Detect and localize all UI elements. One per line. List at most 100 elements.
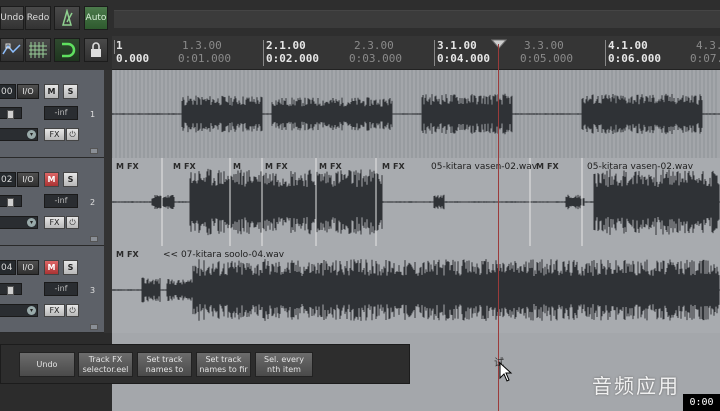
tcp-divider [104, 246, 112, 333]
item-mute-label[interactable]: M [265, 162, 273, 171]
volume-fader[interactable] [0, 107, 22, 119]
folder-icon[interactable] [90, 324, 98, 330]
item-mute-label[interactable]: M [536, 162, 544, 171]
mute-button[interactable]: M [44, 84, 59, 99]
track-volume-display: 04 [0, 260, 16, 275]
lock-button[interactable] [84, 38, 108, 62]
item-mute-label[interactable]: M [233, 162, 241, 171]
audio-item-waveform[interactable] [112, 70, 720, 158]
ruler-tick [434, 40, 435, 66]
envelope-button[interactable] [0, 38, 24, 62]
item-mute-label[interactable]: M [382, 162, 390, 171]
action-track-fx-selector-button[interactable]: Track FX selector.eel [78, 352, 133, 377]
ruler-time-label: 0.000 [116, 52, 150, 65]
envelope-icon [2, 43, 21, 55]
toolbar-row-2 [0, 36, 112, 70]
fx-button[interactable]: FX [44, 304, 65, 317]
custom-action-toolbar: Undo Track FX selector.eel Set track nam… [0, 344, 410, 384]
metronome-button[interactable] [54, 6, 80, 30]
metronome-icon [62, 9, 73, 26]
timecode-display: 0:00 [683, 394, 720, 411]
mute-button[interactable]: M [44, 172, 59, 187]
ruler-tick [263, 40, 264, 66]
mute-button[interactable]: M [44, 260, 59, 275]
pan-slider[interactable]: ▾ [0, 304, 38, 317]
ruler-measure-label: 2.1.00 [266, 39, 306, 52]
item-fx-label[interactable]: FX [393, 162, 405, 171]
redo-button[interactable]: Redo [25, 6, 51, 30]
play-cursor-marker-icon[interactable] [491, 39, 507, 49]
ruler-time-label: 0:02.000 [266, 52, 319, 65]
chevron-down-icon: ▾ [27, 130, 36, 139]
io-button[interactable]: I/O [17, 260, 39, 275]
ripple-edit-button[interactable] [54, 38, 80, 62]
volume-fader[interactable] [0, 283, 22, 295]
chevron-down-icon: ▾ [27, 218, 36, 227]
ruler-tick [114, 40, 115, 54]
item-mute-label[interactable]: M [116, 162, 124, 171]
peak-meter: -inf [44, 106, 78, 120]
action-set-track-names-button[interactable]: Set track names to [137, 352, 192, 377]
action-set-track-names-first-button[interactable]: Set track names to fir [196, 352, 251, 377]
action-undo-button[interactable]: Undo [19, 352, 75, 377]
pan-slider[interactable]: ▾ [0, 128, 38, 141]
item-name-label: 05-kitara vasen-02.wav [431, 162, 538, 172]
item-name-label: 05-kitara vasen-02.wav [587, 162, 694, 172]
folder-icon[interactable] [90, 148, 98, 154]
main-toolbar: Undo Redo Auto [0, 0, 720, 36]
auto-crossfade-button[interactable]: Auto [84, 6, 108, 30]
ruler-measure-label: 3.3.00 [524, 39, 564, 52]
solo-button[interactable]: S [63, 84, 78, 99]
track-volume-display: 00 [0, 84, 16, 99]
io-button[interactable]: I/O [17, 84, 39, 99]
track-number: 2 [90, 198, 96, 207]
track-lane-3[interactable]: M FX << 07-kitara soolo-04.wav [112, 246, 720, 333]
track-lane-1[interactable] [112, 70, 720, 158]
ruler-measure-label: 3.1.00 [437, 39, 477, 52]
tcp-divider [104, 158, 112, 246]
solo-button[interactable]: S [63, 172, 78, 187]
tcp-divider [104, 70, 112, 158]
timeline-ruler[interactable]: 1 0.000 1.3.00 0:01.000 2.1.00 0:02.000 … [112, 36, 720, 70]
toolbar-strip [114, 10, 720, 28]
item-fx-label[interactable]: FX [127, 250, 139, 259]
volume-fader[interactable] [0, 195, 22, 207]
watermark-text: 音频应用 [592, 374, 680, 398]
fx-bypass-button[interactable]: ⏻ [66, 216, 79, 229]
item-mute-label[interactable]: M [116, 250, 124, 259]
mouse-pointer-icon [499, 362, 513, 382]
fx-button[interactable]: FX [44, 216, 65, 229]
ruler-tick [605, 40, 606, 66]
fx-bypass-button[interactable]: ⏻ [66, 304, 79, 317]
item-fx-label[interactable]: FX [547, 162, 559, 171]
solo-button[interactable]: S [63, 260, 78, 275]
ruler-time-label: 0:04.000 [437, 52, 490, 65]
peak-meter: -inf [44, 282, 78, 296]
item-fx-label[interactable]: FX [127, 162, 139, 171]
item-fx-label[interactable]: FX [184, 162, 196, 171]
item-mute-label[interactable]: M [319, 162, 327, 171]
undo-button[interactable]: Undo [0, 6, 24, 30]
track-panel-3[interactable]: 04 I/O M S -inf ▾ FX ⏻ 3 [0, 246, 104, 333]
grid-button[interactable] [25, 38, 51, 62]
item-mute-label[interactable]: M [173, 162, 181, 171]
peak-meter: -inf [44, 194, 78, 208]
io-button[interactable]: I/O [17, 172, 39, 187]
track-number: 1 [90, 110, 96, 119]
item-fx-label[interactable]: FX [330, 162, 342, 171]
track-panel-1[interactable]: 00 I/O M S -inf ▾ FX ⏻ 1 [0, 70, 104, 158]
ruler-time-label: 0:07.000 [690, 52, 720, 65]
track-panel-2[interactable]: 02 I/O M S -inf ▾ FX ⏻ 2 [0, 158, 104, 246]
folder-icon[interactable] [90, 236, 98, 242]
track-lane-2[interactable]: M FX M FX M M FX M FX M FX 05-kitara vas… [112, 158, 720, 246]
ruler-time-label: 0:06.000 [608, 52, 661, 65]
fx-bypass-button[interactable]: ⏻ [66, 128, 79, 141]
ruler-time-label: 0:03.000 [349, 52, 402, 65]
fx-button[interactable]: FX [44, 128, 65, 141]
ruler-measure-label: 1.3.00 [182, 39, 222, 52]
action-select-nth-item-button[interactable]: Sel. every nth item [255, 352, 313, 377]
item-fx-label[interactable]: FX [276, 162, 288, 171]
track-volume-display: 02 [0, 172, 16, 187]
pan-slider[interactable]: ▾ [0, 216, 38, 229]
ruler-measure-label: 1 [116, 39, 123, 52]
